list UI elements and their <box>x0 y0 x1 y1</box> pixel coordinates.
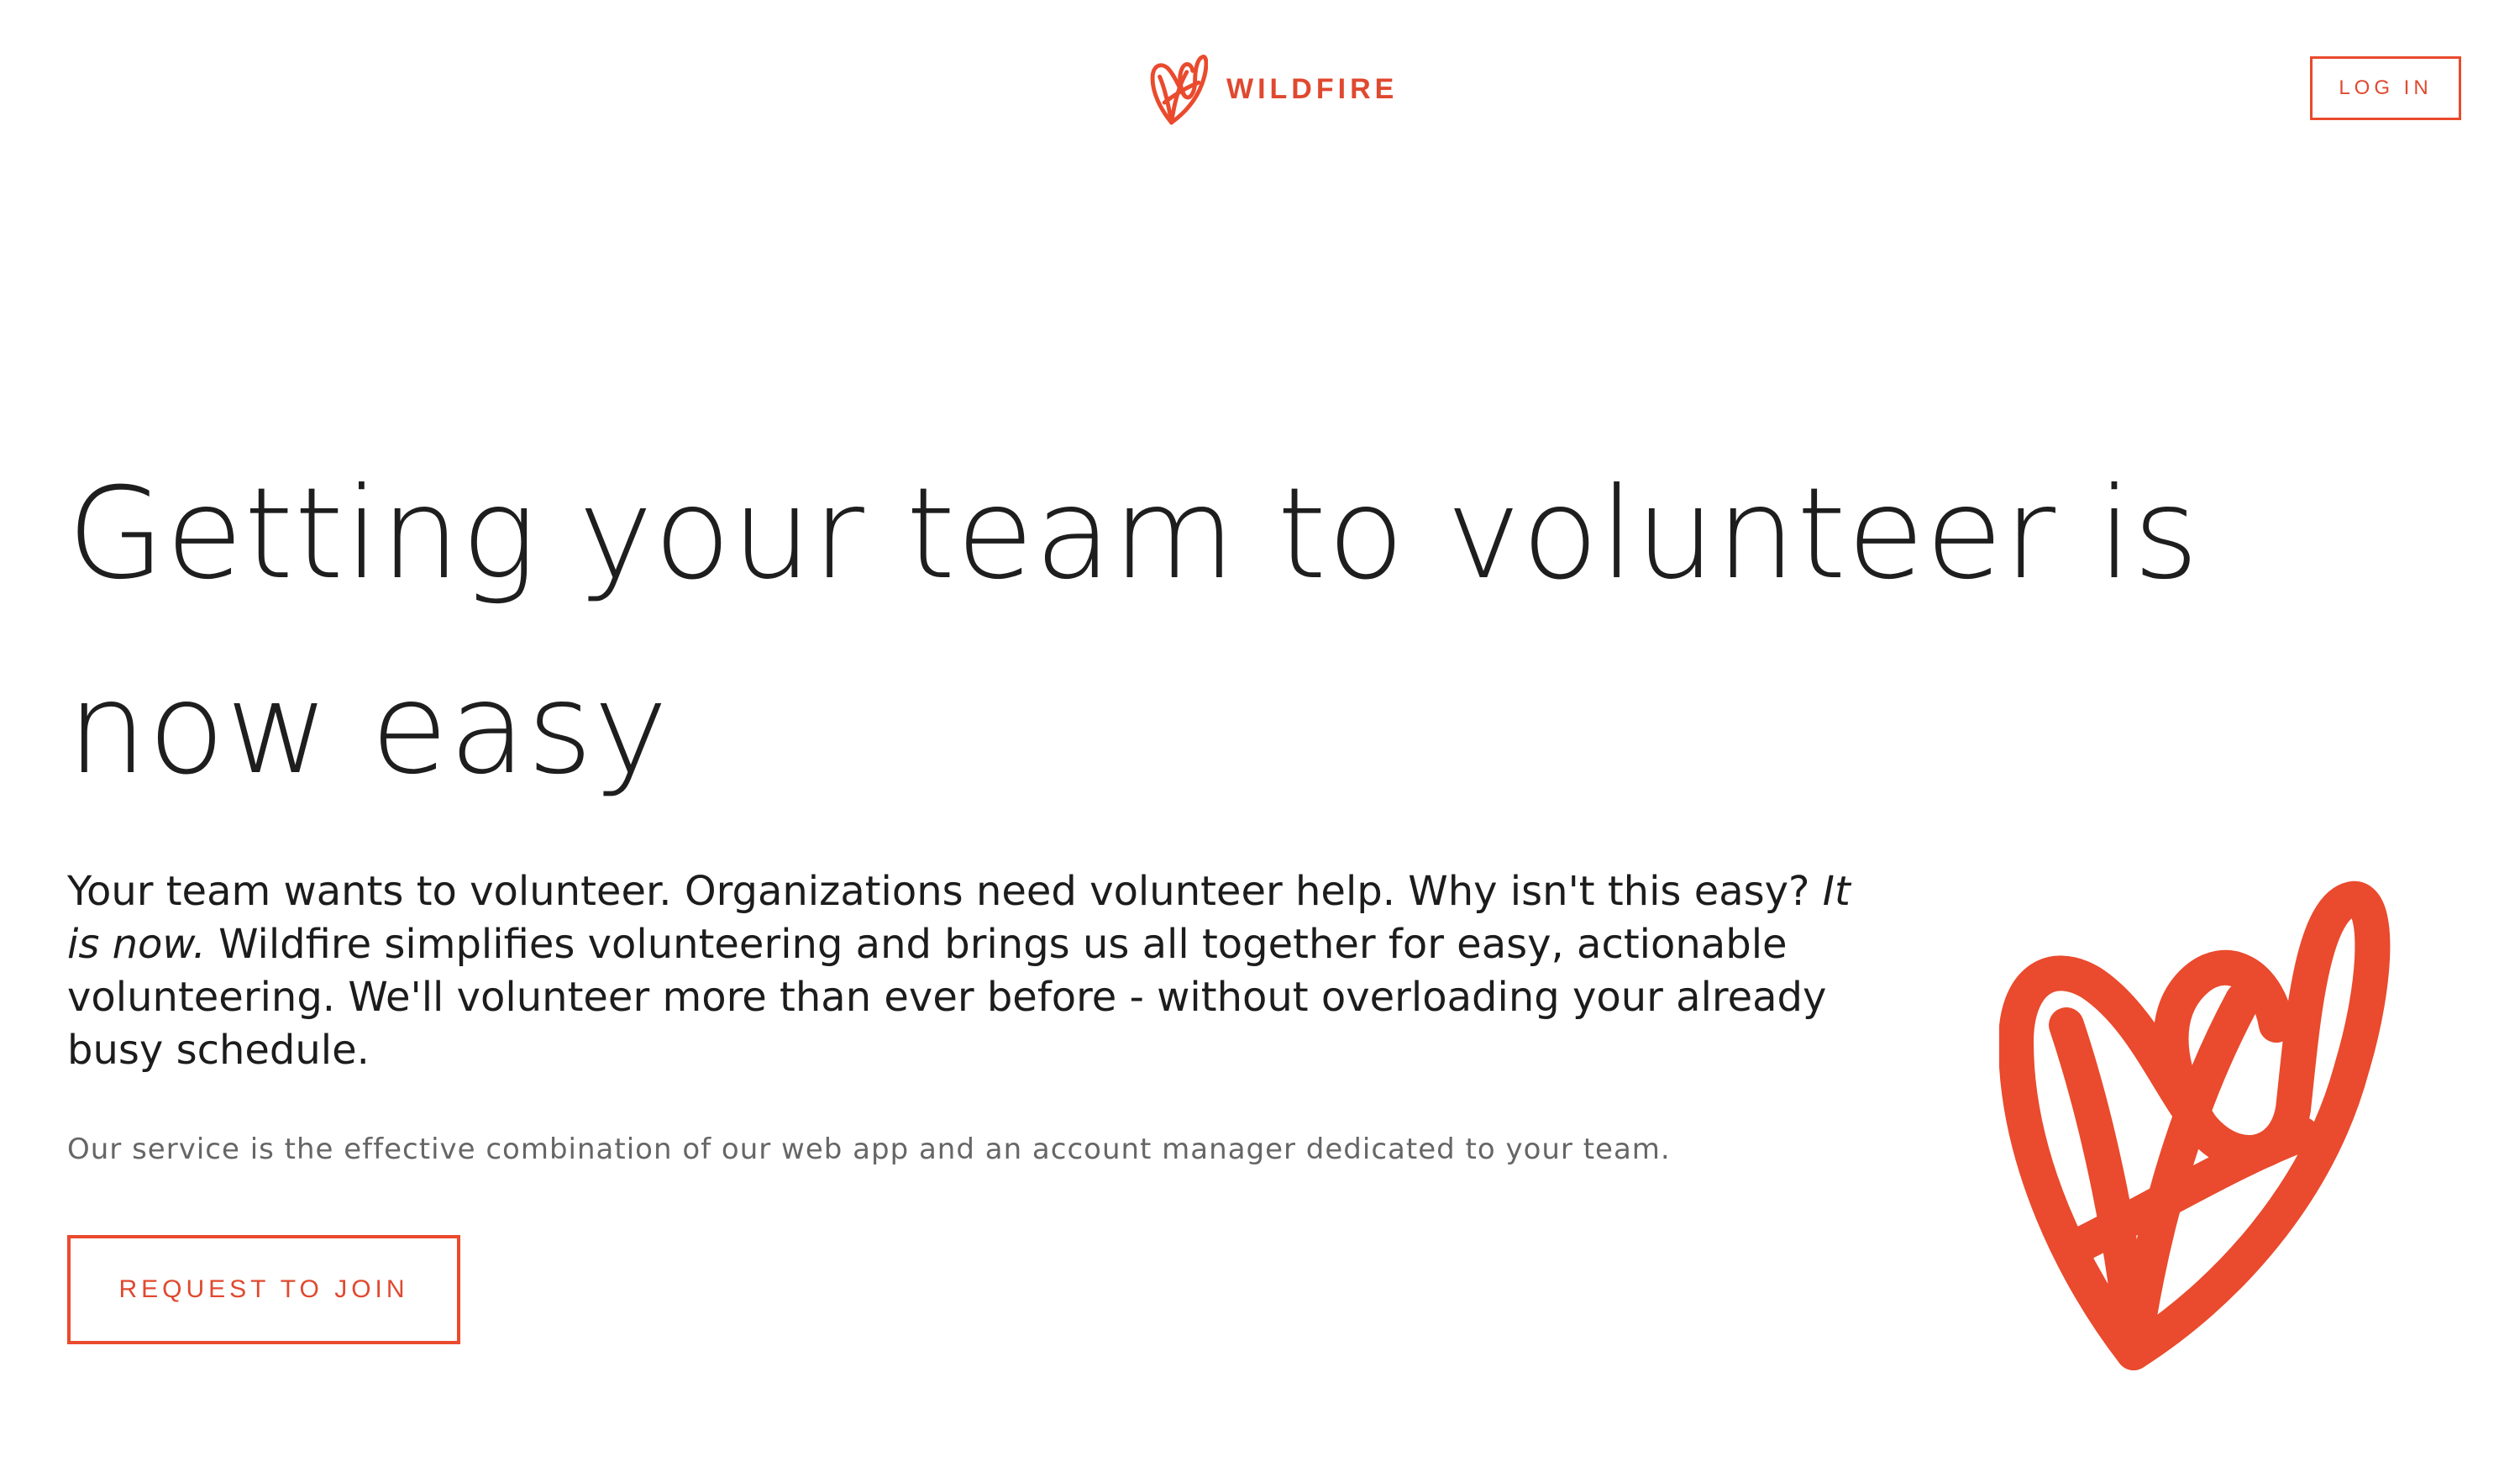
brand-name: WILDFIRE <box>1226 72 1399 105</box>
login-button[interactable]: LOG IN <box>2310 56 2461 120</box>
request-to-join-button[interactable]: REQUEST TO JOIN <box>67 1235 460 1344</box>
site-header: WILDFIRE LOG IN <box>0 0 2520 185</box>
hero-title: Getting your team to volunteer is now ea… <box>67 461 2200 802</box>
service-note: Our service is the effective combination… <box>67 1133 1671 1166</box>
wildfire-logo-icon <box>1150 55 1208 125</box>
hero-lead-paragraph: Your team wants to volunteer. Organizati… <box>67 865 1882 1077</box>
brand-logo-link[interactable]: WILDFIRE <box>1149 49 1398 129</box>
hero-lead-text-end: Wildfire simplifies volunteering and bri… <box>67 921 1827 1074</box>
hero-lead-text-start: Your team wants to volunteer. Organizati… <box>67 868 1823 915</box>
wildfire-heart-illustration <box>1999 881 2391 1370</box>
